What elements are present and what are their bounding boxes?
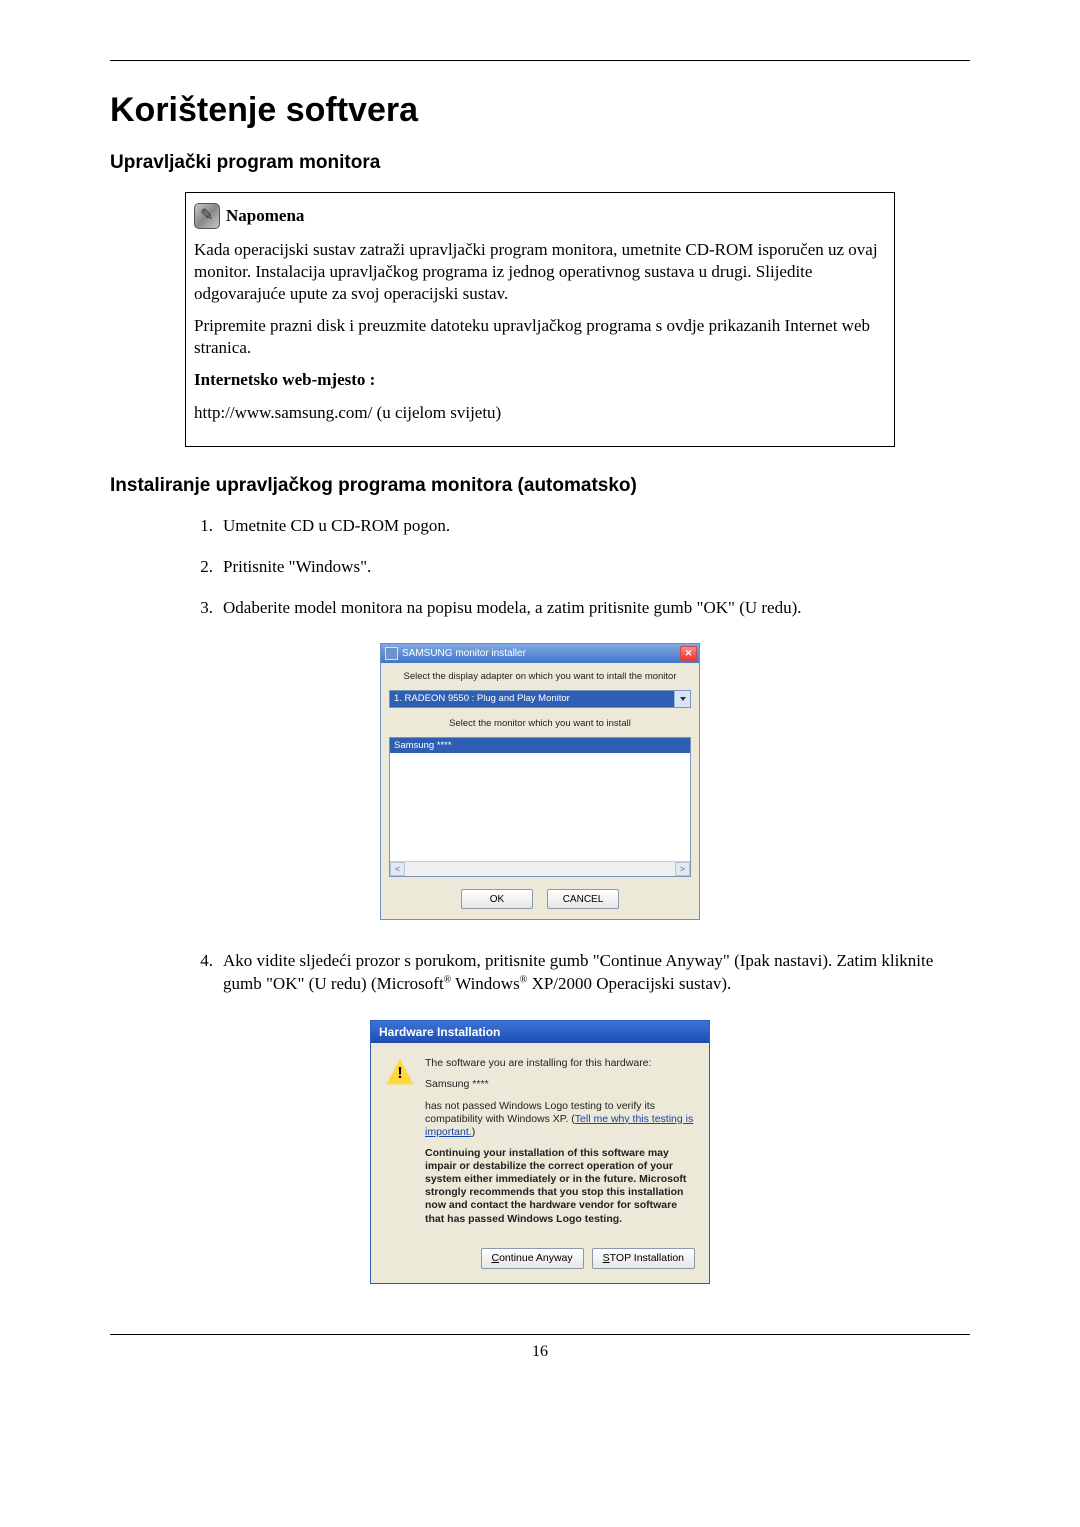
note-icon — [194, 203, 220, 229]
close-button[interactable]: ✕ — [680, 646, 697, 661]
dlg2-p3b: ) — [472, 1126, 476, 1138]
note-paragraph-1: Kada operacijski sustav zatraži upravlja… — [194, 239, 886, 305]
scroll-right-icon[interactable]: > — [675, 862, 690, 876]
cancel-button[interactable]: CANCEL — [547, 889, 619, 909]
adapter-combobox[interactable]: 1. RADEON 9550 : Plug and Play Monitor — [389, 690, 691, 708]
ok-button[interactable]: OK — [461, 889, 533, 909]
section2-heading: Instaliranje upravljačkog programa monit… — [110, 475, 970, 497]
step-4-text-b: Windows — [451, 974, 519, 993]
step-4: Ako vidite sljedeći prozor s porukom, pr… — [185, 950, 970, 996]
bottom-divider — [110, 1334, 970, 1335]
continue-anyway-button[interactable]: Continue Anyway — [481, 1248, 584, 1269]
btn-stop-rest: TOP Installation — [610, 1252, 684, 1264]
btn-continue-accel: C — [492, 1252, 500, 1264]
step-3: Odaberite model monitora na popisu model… — [185, 597, 970, 620]
page-number: 16 — [110, 1343, 970, 1361]
btn-stop-accel: S — [603, 1252, 610, 1264]
dialog2-message: The software you are installing for this… — [425, 1057, 695, 1233]
top-divider — [110, 60, 970, 61]
horizontal-scrollbar[interactable]: < > — [390, 861, 690, 876]
screenshot-hardware-wrap: Hardware Installation The software you a… — [110, 1020, 970, 1283]
adapter-label: Select the display adapter on which you … — [389, 671, 691, 682]
monitor-listbox[interactable]: Samsung **** < > — [389, 737, 691, 877]
screenshot-installer-wrap: SAMSUNG monitor installer ✕ Select the d… — [110, 643, 970, 920]
dlg2-p1: The software you are installing for this… — [425, 1057, 695, 1070]
monitor-label: Select the monitor which you want to ins… — [389, 718, 691, 729]
dialog-titlebar: SAMSUNG monitor installer ✕ — [381, 644, 699, 663]
section1-heading: Upravljački program monitora — [110, 152, 970, 174]
page-title: Korištenje softvera — [110, 91, 970, 130]
chevron-down-icon[interactable] — [674, 691, 690, 707]
note-website-label: Internetsko web-mjesto : — [194, 369, 886, 391]
dialog2-titlebar: Hardware Installation — [371, 1021, 709, 1043]
note-header: Napomena — [194, 203, 886, 229]
dlg2-p3: has not passed Windows Logo testing to v… — [425, 1100, 695, 1139]
dialog-title: SAMSUNG monitor installer — [402, 648, 526, 659]
steps-list-cont: Ako vidite sljedeći prozor s porukom, pr… — [185, 950, 970, 996]
adapter-combobox-value: 1. RADEON 9550 : Plug and Play Monitor — [390, 691, 674, 707]
samsung-installer-dialog: SAMSUNG monitor installer ✕ Select the d… — [380, 643, 700, 920]
warning-icon — [385, 1057, 415, 1087]
note-paragraph-2: Pripremite prazni disk i preuzmite datot… — [194, 315, 886, 359]
steps-list: Umetnite CD u CD-ROM pogon. Pritisnite "… — [185, 515, 970, 620]
note-box: Napomena Kada operacijski sustav zatraži… — [185, 192, 895, 447]
hardware-installation-dialog: Hardware Installation The software you a… — [370, 1020, 710, 1283]
note-website-url: http://www.samsung.com/ (u cijelom svije… — [194, 402, 886, 424]
monitor-list-item-selected[interactable]: Samsung **** — [390, 738, 690, 753]
btn-continue-rest: ontinue Anyway — [499, 1252, 573, 1264]
dlg2-p4: Continuing your installation of this sof… — [425, 1147, 695, 1226]
step-2: Pritisnite "Windows". — [185, 556, 970, 579]
step-4-text-c: XP/2000 Operacijski sustav). — [527, 974, 731, 993]
app-icon — [385, 647, 398, 660]
dlg2-p2: Samsung **** — [425, 1078, 695, 1091]
step-1: Umetnite CD u CD-ROM pogon. — [185, 515, 970, 538]
note-label: Napomena — [226, 206, 304, 226]
scroll-left-icon[interactable]: < — [390, 862, 405, 876]
stop-installation-button[interactable]: STOP Installation — [592, 1248, 695, 1269]
